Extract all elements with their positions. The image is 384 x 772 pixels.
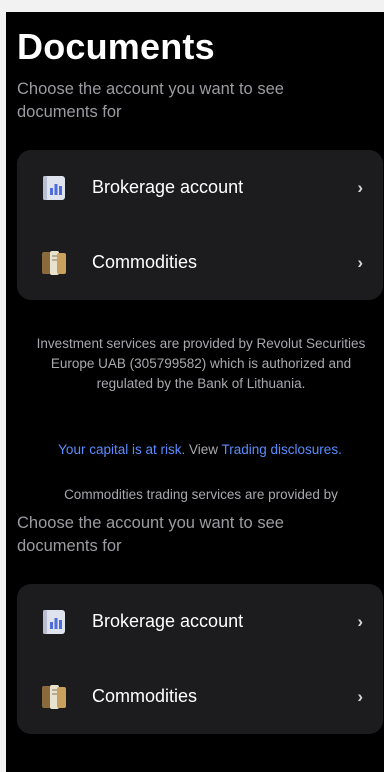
risk-disclosure: Your capital is at risk. View Trading di… bbox=[17, 442, 383, 457]
account-list-repeat: Brokerage account › Commodities › bbox=[17, 584, 383, 734]
account-label: Brokerage account bbox=[92, 611, 244, 631]
chevron-right-icon: › bbox=[357, 686, 363, 706]
chart-book-icon bbox=[43, 175, 65, 200]
capital-risk-link[interactable]: Your capital is at risk. bbox=[58, 442, 185, 457]
account-row-brokerage[interactable]: Brokerage account › bbox=[17, 584, 383, 659]
account-label: Commodities bbox=[92, 252, 198, 272]
account-row-commodities[interactable]: Commodities › bbox=[17, 225, 383, 300]
gold-book-icon bbox=[42, 250, 66, 275]
investment-disclosure: Investment services are provided by Revo… bbox=[36, 336, 366, 391]
view-text: View bbox=[185, 442, 222, 457]
documents-screen: Documents Choose the account you want to… bbox=[6, 12, 384, 772]
account-row-commodities[interactable]: Commodities › bbox=[17, 659, 383, 734]
account-row-brokerage[interactable]: Brokerage account › bbox=[17, 150, 383, 225]
page-title: Documents bbox=[17, 26, 215, 67]
account-list: Brokerage account › Commodities › bbox=[17, 150, 383, 300]
chevron-right-icon: › bbox=[357, 611, 363, 631]
chevron-right-icon: › bbox=[357, 177, 363, 197]
page-subtitle-repeat: Choose the account you want to see docum… bbox=[17, 514, 284, 555]
page-subtitle: Choose the account you want to see docum… bbox=[17, 80, 284, 121]
account-label: Brokerage account bbox=[92, 177, 244, 197]
gold-book-icon bbox=[42, 684, 66, 709]
account-label: Commodities bbox=[92, 686, 198, 706]
trading-disclosures-link[interactable]: Trading disclosures. bbox=[222, 442, 342, 457]
chart-book-icon bbox=[43, 609, 65, 634]
chevron-right-icon: › bbox=[357, 252, 363, 272]
commodities-disclosure: Commodities trading services are provide… bbox=[64, 487, 338, 502]
